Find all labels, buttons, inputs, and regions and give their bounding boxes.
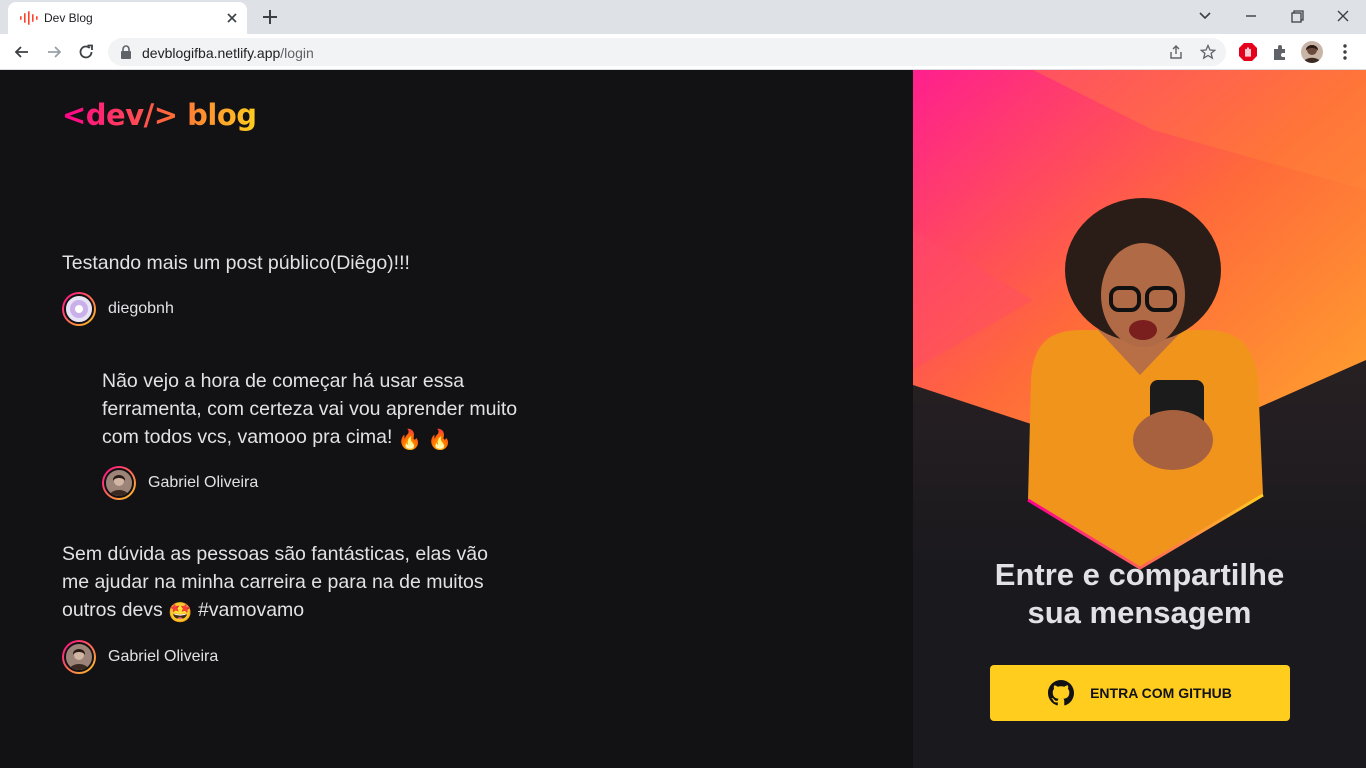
browser-tabbar: Dev Blog [0,0,1366,34]
post-content-line: outros devs [62,599,163,621]
post-item: Não vejo a hora de começar há usar essa … [102,367,517,454]
bookmark-star-icon[interactable] [1200,44,1216,60]
avatar [62,292,96,326]
fire-emoji-icon: 🔥 🔥 [397,429,452,451]
login-title: Entre e compartilhe sua mensagem [994,557,1285,630]
post-content-line: Sem dúvida as pessoas são fantásticas, e… [62,543,488,565]
user-avatar-icon [70,300,88,318]
hero-woman-with-phone-image [1027,198,1264,570]
forward-arrow-icon[interactable] [44,42,64,62]
github-login-button[interactable]: ENTRA COM GITHUB [990,665,1290,721]
post-author: Gabriel Oliveira [62,640,218,674]
share-icon[interactable] [1168,44,1184,60]
post-content-line: com todos vcs, vamooo pra cima! [102,426,393,448]
reload-icon[interactable] [76,42,96,62]
adblock-extension-icon[interactable] [1238,42,1258,62]
sound-wave-icon [266,102,300,132]
avatar [62,640,96,674]
post-item: Testando mais um post público(Diêgo)!!! [62,249,410,277]
browser-toolbar: devblogifba.netlify.app/login [0,34,1366,70]
new-tab-icon[interactable] [260,7,280,27]
github-button-label: ENTRA COM GITHUB [1090,685,1232,701]
author-name: Gabriel Oliveira [148,474,259,491]
tab-search-chevron-icon[interactable] [1191,4,1219,28]
post-content-line: me ajudar na minha carreira e para na de… [62,571,484,593]
minimize-icon[interactable] [1237,4,1265,28]
extensions-puzzle-icon[interactable] [1270,42,1290,62]
user-avatar-icon [69,649,89,670]
url-text: devblogifba.netlify.app/login [142,45,314,61]
feed-panel: <dev/> blog Testando mais um post públic… [0,70,913,768]
devblog-favicon-icon [20,11,38,25]
back-arrow-icon[interactable] [12,42,32,62]
star-struck-emoji-icon: 🤩 [168,602,193,624]
page: <dev/> blog Testando mais um post públic… [0,70,1366,768]
browser-tab[interactable]: Dev Blog [8,2,247,34]
address-bar[interactable]: devblogifba.netlify.app/login [108,38,1226,66]
devblog-logo: <dev/> blog [62,98,312,138]
logo-text: <dev/> blog [62,98,257,132]
tab-title: Dev Blog [44,11,93,25]
close-tab-icon[interactable] [224,10,240,26]
profile-avatar[interactable] [1301,41,1323,63]
post-author: Gabriel Oliveira [102,466,258,500]
lock-icon[interactable] [120,45,132,59]
restore-icon[interactable] [1283,4,1311,28]
close-window-icon[interactable] [1329,4,1357,28]
post-content: Testando mais um post público(Diêgo)!!! [62,252,410,274]
login-panel: Entre e compartilhe sua mensagem ENTRA C… [913,70,1366,768]
chrome-menu-icon[interactable] [1335,42,1355,62]
post-content-line: ferramenta, com certeza vai vou aprender… [102,398,518,420]
post-content-line: Não vejo a hora de começar há usar essa [102,370,465,392]
avatar [102,466,136,500]
author-name: diegobnh [108,300,174,317]
post-author: diegobnh [62,292,174,326]
post-item: Sem dúvida as pessoas são fantásticas, e… [62,540,488,627]
author-name: Gabriel Oliveira [108,648,219,665]
github-icon [1048,680,1075,706]
user-avatar-icon [109,475,129,496]
post-hashtag: #vamovamo [197,599,305,621]
